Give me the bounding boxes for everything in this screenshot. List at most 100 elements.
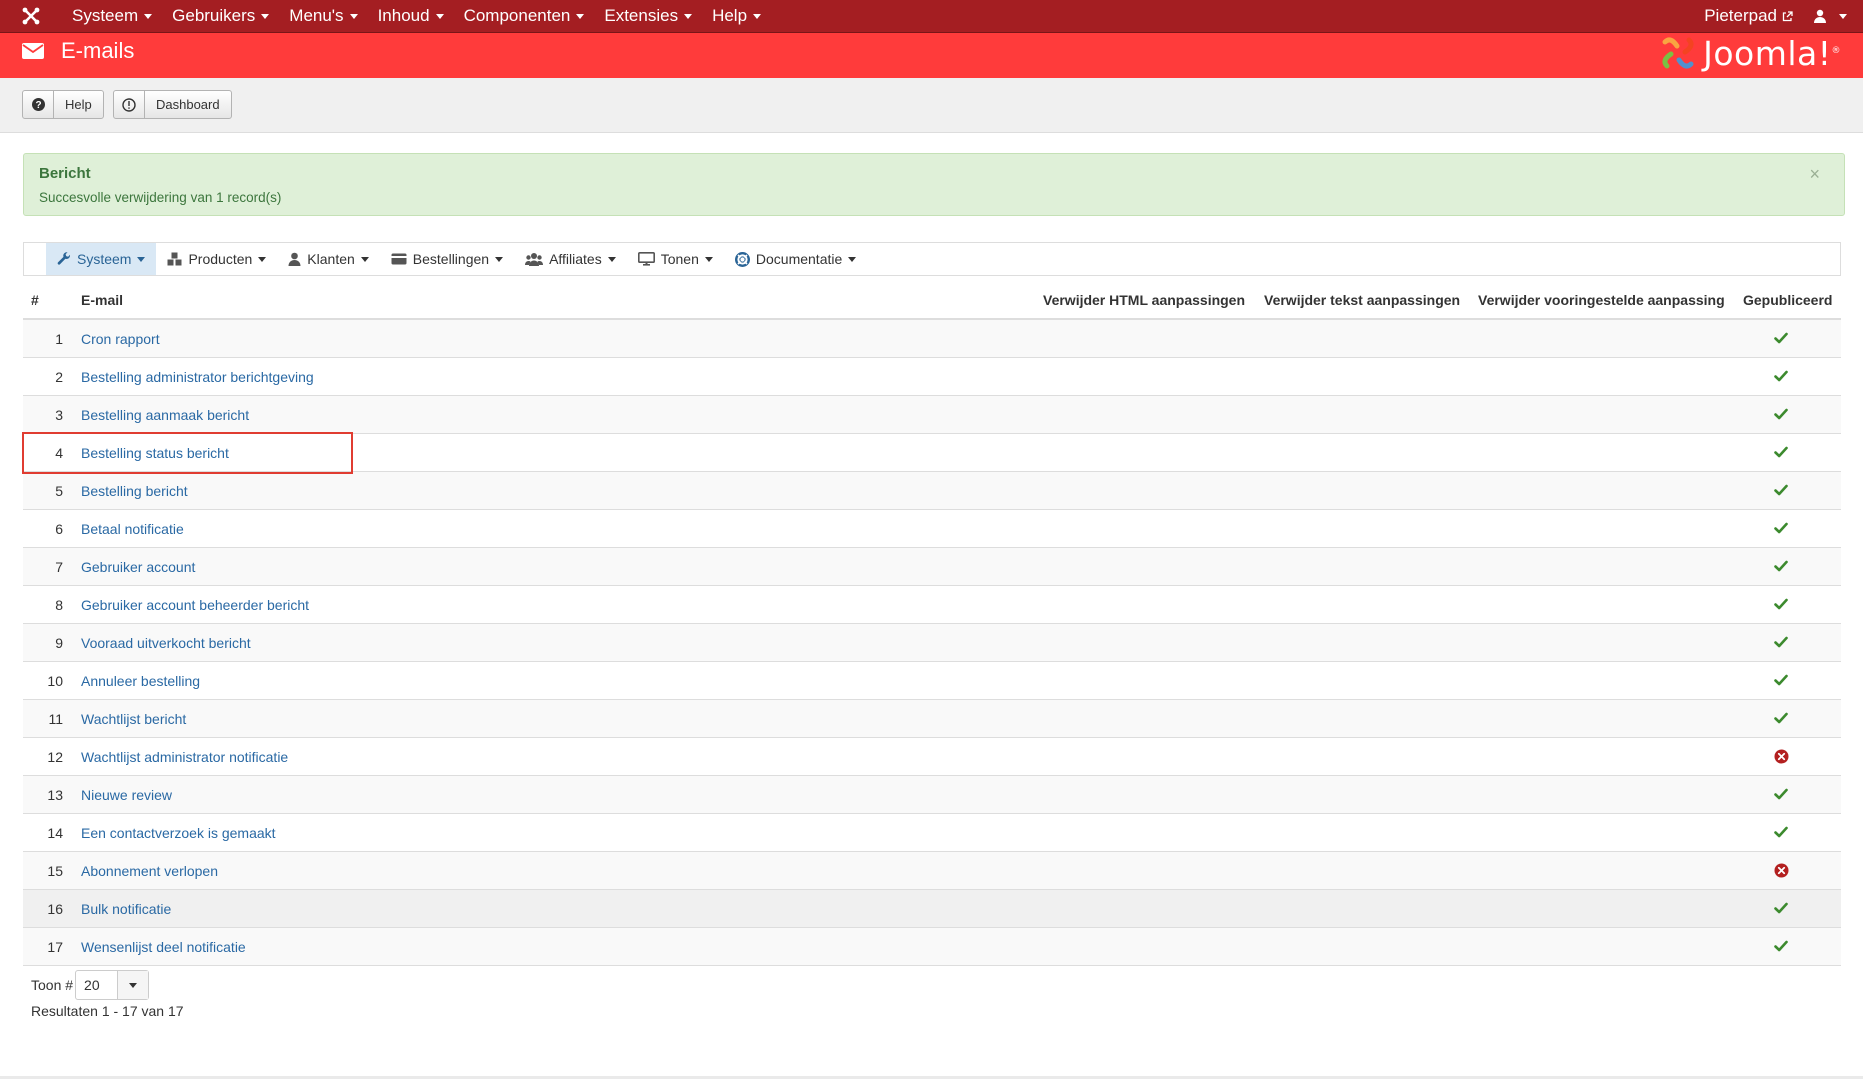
email-link[interactable]: Annuleer bestelling	[81, 673, 200, 689]
envelope-icon	[22, 43, 44, 59]
column-header-email[interactable]: E-mail	[81, 292, 123, 308]
published-check-icon[interactable]	[1772, 899, 1790, 917]
submenu-bestellingen[interactable]: Bestellingen	[380, 243, 514, 275]
email-link[interactable]: Bestelling aanmaak bericht	[81, 407, 249, 423]
published-check-icon[interactable]	[1772, 443, 1790, 461]
email-link[interactable]: Vooraad uitverkocht bericht	[81, 635, 251, 651]
table-row: 4 Bestelling status bericht	[23, 434, 1841, 472]
site-link[interactable]: Pieterpad	[1694, 0, 1803, 33]
nav-right: Pieterpad	[1694, 0, 1863, 33]
published-check-icon[interactable]	[1772, 937, 1790, 955]
table-row: 9 Vooraad uitverkocht bericht	[23, 624, 1841, 662]
top-navbar: Systeem Gebruikers Menu's Inhoud Compone…	[0, 0, 1863, 33]
row-number: 14	[47, 825, 63, 841]
caret-down-icon	[684, 13, 693, 19]
toolbar: ? Help Dashboard	[0, 78, 1863, 133]
row-number: 8	[55, 597, 63, 613]
table-row: 16 Bulk notificatie	[23, 890, 1841, 928]
published-check-icon[interactable]	[1772, 329, 1790, 347]
email-link[interactable]: Cron rapport	[81, 331, 160, 347]
caret-down-icon	[435, 13, 444, 19]
caret-down-icon	[137, 256, 146, 262]
column-header-remove-html: Verwijder HTML aanpassingen	[1043, 292, 1246, 308]
submenu-systeem[interactable]: Systeem	[46, 243, 157, 275]
user-icon	[1814, 9, 1826, 23]
submenu-affiliates[interactable]: Affiliates	[514, 243, 627, 275]
limit-select[interactable]: 20	[75, 970, 150, 1000]
email-link[interactable]: Wachtlijst bericht	[81, 711, 186, 727]
nav-item-menus[interactable]: Menu's	[279, 0, 367, 33]
table-row: 17 Wensenlijst deel notificatie	[23, 928, 1841, 966]
close-icon[interactable]: ×	[1809, 164, 1820, 185]
nav-item-extensies[interactable]: Extensies	[594, 0, 702, 33]
table-row: 12 Wachtlijst administrator notificatie	[23, 738, 1841, 776]
caret-down-icon	[258, 256, 267, 262]
results-counter: Resultaten 1 - 17 van 17	[31, 1003, 184, 1019]
email-link[interactable]: Gebruiker account beheerder bericht	[81, 597, 309, 613]
svg-text:?: ?	[35, 100, 41, 111]
published-check-icon[interactable]	[1772, 405, 1790, 423]
submenu-klanten[interactable]: Klanten	[277, 243, 379, 275]
dashboard-button[interactable]: Dashboard	[113, 90, 232, 119]
limit-value: 20	[84, 977, 100, 993]
caret-down-icon	[349, 13, 358, 19]
published-check-icon[interactable]	[1772, 519, 1790, 537]
row-number: 3	[55, 407, 63, 423]
joomla-logo-icon[interactable]	[0, 0, 62, 33]
table-body: 1 Cron rapport 2 Bestelling administrator b…	[23, 320, 1841, 966]
email-link[interactable]: Een contactverzoek is gemaakt	[81, 825, 276, 841]
users-icon	[525, 253, 544, 266]
footer-divider	[0, 1076, 1863, 1079]
published-check-icon[interactable]	[1772, 367, 1790, 385]
row-number: 5	[55, 483, 63, 499]
published-check-icon[interactable]	[1772, 557, 1790, 575]
user-menu[interactable]	[1803, 0, 1863, 33]
published-check-icon[interactable]	[1772, 633, 1790, 651]
emails-table: # E-mail Verwijder HTML aanpassingen Ver…	[23, 282, 1841, 966]
email-link[interactable]: Gebruiker account	[81, 559, 195, 575]
published-check-icon[interactable]	[1772, 481, 1790, 499]
submenu-tonen[interactable]: Tonen	[627, 243, 724, 275]
published-check-icon[interactable]	[1772, 671, 1790, 689]
row-number: 11	[48, 711, 63, 727]
table-row: 10 Annuleer bestelling	[23, 662, 1841, 700]
nav-item-help[interactable]: Help	[702, 0, 771, 33]
caret-down-icon	[1839, 13, 1847, 19]
column-header-published[interactable]: Gepubliceerd	[1743, 292, 1832, 308]
email-link[interactable]: Abonnement verlopen	[81, 863, 218, 879]
email-link[interactable]: Bulk notificatie	[81, 901, 171, 917]
row-number: 1	[55, 331, 63, 347]
limit-label: Toon #	[31, 977, 74, 993]
email-link[interactable]: Betaal notificatie	[81, 521, 184, 537]
joomla-wordmark: Joomla!®	[1703, 33, 1841, 73]
submenu-documentatie[interactable]: Documentatie	[724, 243, 867, 275]
published-check-icon[interactable]	[1772, 823, 1790, 841]
nav-item-systeem[interactable]: Systeem	[62, 0, 162, 33]
info-circle-icon	[114, 91, 145, 118]
table-row: 5 Bestelling bericht	[23, 472, 1841, 510]
email-link[interactable]: Wensenlijst deel notificatie	[81, 939, 246, 955]
email-link[interactable]: Bestelling administrator berichtgeving	[81, 369, 314, 385]
nav-item-gebruikers[interactable]: Gebruikers	[162, 0, 279, 33]
row-number: 7	[55, 559, 63, 575]
published-check-icon[interactable]	[1772, 595, 1790, 613]
table-row: 3 Bestelling aanmaak bericht	[23, 396, 1841, 434]
unpublished-x-icon[interactable]	[1772, 747, 1790, 765]
email-link[interactable]: Bestelling status bericht	[81, 445, 229, 461]
external-link-icon	[1782, 10, 1793, 21]
published-check-icon[interactable]	[1772, 709, 1790, 727]
email-link[interactable]: Wachtlijst administrator notificatie	[81, 749, 288, 765]
column-header-num[interactable]: #	[31, 292, 39, 308]
email-link[interactable]: Nieuwe review	[81, 787, 172, 803]
published-check-icon[interactable]	[1772, 785, 1790, 803]
help-button[interactable]: ? Help	[22, 90, 104, 119]
nav-item-componenten[interactable]: Componenten	[454, 0, 595, 33]
submenu-producten[interactable]: Producten	[156, 243, 277, 275]
caret-down-icon	[607, 256, 616, 262]
row-number: 9	[55, 635, 63, 651]
nav-item-inhoud[interactable]: Inhoud	[368, 0, 454, 33]
email-link[interactable]: Bestelling bericht	[81, 483, 188, 499]
table-row: 7 Gebruiker account	[23, 548, 1841, 586]
unpublished-x-icon[interactable]	[1772, 861, 1790, 879]
row-number: 12	[47, 749, 63, 765]
